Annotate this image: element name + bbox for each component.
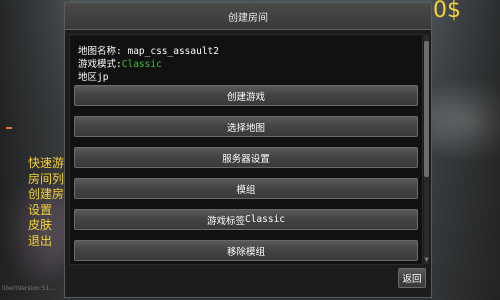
background-right-panel xyxy=(430,0,500,300)
money-display: 0$ xyxy=(433,0,461,23)
side-menu-item-quick-play[interactable]: 快速游 xyxy=(28,156,64,172)
side-menu-item-skins[interactable]: 皮肤 xyxy=(28,218,64,234)
scroll-down-arrow-icon[interactable]: ▼ xyxy=(424,257,429,263)
game-tag-button[interactable]: 游戏标签 Classic xyxy=(74,209,418,230)
region-label: 地区 xyxy=(78,72,98,83)
version-text: libertVersion:51... xyxy=(2,285,56,292)
map-name-line: 地图名称: map_css_assault2 xyxy=(78,43,219,57)
background-marker xyxy=(6,127,12,129)
region-line: 地区jp xyxy=(78,69,108,83)
side-menu-item-exit[interactable]: 退出 xyxy=(28,234,64,250)
create-room-dialog: 创建房间 地图名称: map_css_assault2 游戏模式:Classic… xyxy=(64,2,432,298)
game-mode-line: 游戏模式:Classic xyxy=(78,56,162,70)
game-mode-value: Classic xyxy=(121,59,162,70)
select-map-button[interactable]: 选择地图 xyxy=(74,116,418,137)
remove-mods-button[interactable]: 移除模组 xyxy=(74,240,418,261)
create-game-button[interactable]: 创建游戏 xyxy=(74,85,418,106)
side-main-menu: 快速游 房间列 创建房 设置 皮肤 退出 xyxy=(28,156,64,250)
back-button[interactable]: 返回 xyxy=(398,268,426,288)
side-menu-item-create-room[interactable]: 创建房 xyxy=(28,187,64,203)
mods-button[interactable]: 模组 xyxy=(74,178,418,199)
background-left-panel xyxy=(0,0,70,300)
dialog-content-panel: 地图名称: map_css_assault2 游戏模式:Classic 地区jp… xyxy=(69,34,423,265)
dialog-titlebar: 创建房间 xyxy=(65,3,431,30)
region-value: jp xyxy=(97,72,109,83)
side-menu-item-settings[interactable]: 设置 xyxy=(28,203,64,219)
side-menu-item-room-list[interactable]: 房间列 xyxy=(28,172,64,188)
game-tag-label: 游戏标签 xyxy=(206,215,245,227)
dialog-scrollbar[interactable] xyxy=(424,35,429,264)
game-tag-value: Classic xyxy=(244,214,286,225)
dialog-title: 创建房间 xyxy=(228,12,268,24)
scrollbar-thumb[interactable] xyxy=(424,41,429,177)
server-settings-button[interactable]: 服务器设置 xyxy=(74,147,418,168)
